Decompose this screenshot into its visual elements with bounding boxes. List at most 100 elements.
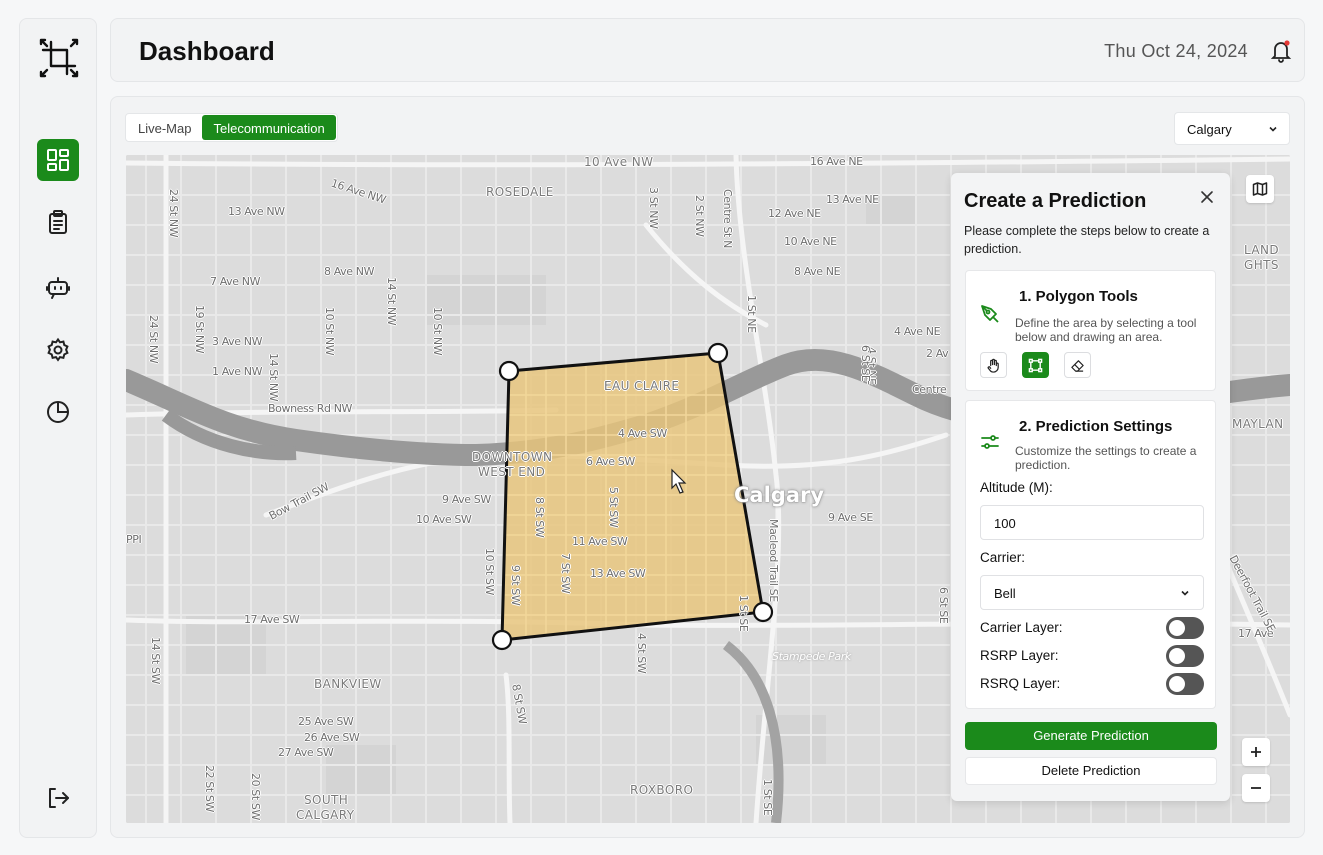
dashboard-icon xyxy=(47,149,69,171)
map-label: 14 St NW xyxy=(385,277,398,326)
map-label: EAU CLAIRE xyxy=(604,379,680,393)
map-label: 4 Ave SW xyxy=(618,427,667,440)
map-label: 16 Ave NE xyxy=(810,155,863,168)
map-label: ROSEDALE xyxy=(486,185,554,199)
tab-live-map[interactable]: Live-Map xyxy=(127,115,202,140)
map-label: 9 Ave SE xyxy=(828,511,873,524)
map-label: Centre xyxy=(912,383,947,396)
map-label: 7 Ave NW xyxy=(210,275,261,288)
prediction-title: Create a Prediction xyxy=(964,190,1147,212)
map-canvas[interactable]: 10 Ave NW 16 Ave NE 16 Ave NW ROSEDALE 1… xyxy=(126,155,1290,823)
prediction-panel: Create a Prediction Please complete the … xyxy=(951,173,1230,801)
map-label: 22 St SW xyxy=(203,765,216,812)
map-label: 14 St SW xyxy=(149,637,162,684)
map-label: 4 Ave NE xyxy=(894,325,941,338)
map-label: 2 St NW xyxy=(693,195,706,237)
map-label: 3 St NW xyxy=(647,187,660,229)
bot-icon xyxy=(46,277,70,299)
map-label: GHTS xyxy=(1244,258,1279,272)
step1-title: 1. Polygon Tools xyxy=(1019,288,1138,305)
map-label: 24 St NW xyxy=(167,189,180,238)
map-label: DOWNTOWN xyxy=(472,450,553,464)
bell-icon xyxy=(1270,40,1292,63)
eraser-tool-button[interactable] xyxy=(1064,352,1091,378)
map-label: 1 St SE xyxy=(761,779,774,816)
map-label: 13 Ave NW xyxy=(228,205,285,218)
main-panel: Live-Map Telecommunication Calgary 10 Av… xyxy=(110,96,1305,838)
map-label: SOUTH xyxy=(304,793,349,807)
map-label: 11 Ave SW xyxy=(572,535,628,548)
close-button[interactable] xyxy=(1198,188,1216,206)
close-icon xyxy=(1201,191,1213,203)
step2-description: Customize the settings to create a predi… xyxy=(1015,444,1197,472)
prediction-settings-section: 2. Prediction Settings Customize the set… xyxy=(965,400,1216,709)
map-label: 3 Ave NW xyxy=(212,335,263,348)
zoom-in-button[interactable] xyxy=(1242,738,1270,766)
map-label: 13 Ave NE xyxy=(826,193,879,206)
chevron-down-icon xyxy=(1181,590,1189,596)
carrier-label: Carrier: xyxy=(980,550,1026,565)
eraser-icon xyxy=(1071,359,1084,372)
zoom-out-button[interactable] xyxy=(1242,774,1270,802)
map-label: ROXBORO xyxy=(630,783,694,797)
carrier-layer-label: Carrier Layer: xyxy=(980,620,1063,635)
pen-tool-icon xyxy=(981,305,999,323)
nav-settings[interactable] xyxy=(37,329,79,371)
hand-icon xyxy=(987,358,999,373)
chevron-down-icon xyxy=(1269,126,1277,132)
generate-prediction-button[interactable]: Generate Prediction xyxy=(965,722,1217,750)
map-label: 10 St NW xyxy=(431,307,444,356)
carrier-select[interactable]: Bell xyxy=(980,575,1204,610)
nav-dashboard[interactable] xyxy=(37,139,79,181)
minus-icon xyxy=(1251,787,1261,789)
map-label: 2 Av xyxy=(926,347,949,360)
plus-icon xyxy=(1251,747,1261,757)
rsrp-layer-label: RSRP Layer: xyxy=(980,648,1059,663)
rsrq-layer-toggle[interactable] xyxy=(1166,673,1204,695)
delete-prediction-button[interactable]: Delete Prediction xyxy=(965,757,1217,785)
hand-tool-button[interactable] xyxy=(980,352,1007,378)
page-title: Dashboard xyxy=(139,36,275,66)
polygon-icon xyxy=(1028,358,1043,372)
map-tabs: Live-Map Telecommunication xyxy=(125,113,338,142)
nav-bot[interactable] xyxy=(37,266,79,308)
rsrp-layer-toggle[interactable] xyxy=(1166,645,1204,667)
notifications-button[interactable] xyxy=(1270,39,1292,63)
map-label: Bowness Rd NW xyxy=(268,402,352,415)
clipboard-icon xyxy=(49,210,67,234)
altitude-input[interactable]: 100 xyxy=(980,505,1204,540)
gear-icon xyxy=(47,337,69,362)
map-label: BANKVIEW xyxy=(314,677,382,691)
map-label: 8 Ave NE xyxy=(794,265,841,278)
crop-logo-icon xyxy=(36,35,82,81)
logout-button[interactable] xyxy=(37,777,79,819)
sidebar xyxy=(19,18,97,838)
step2-title: 2. Prediction Settings xyxy=(1019,418,1173,435)
altitude-label: Altitude (M): xyxy=(980,480,1053,495)
map-label: MAYLAN xyxy=(1232,417,1284,431)
city-select[interactable]: Calgary xyxy=(1174,112,1290,145)
map-label: 8 St SW xyxy=(533,497,546,538)
city-select-value: Calgary xyxy=(1187,122,1232,137)
map-label: 14 St NW xyxy=(267,353,280,402)
nav-reports[interactable] xyxy=(37,201,79,243)
polygon-tool-button[interactable] xyxy=(1022,352,1049,378)
map-label: Stampede Park xyxy=(772,650,851,663)
carrier-select-value: Bell xyxy=(994,586,1016,601)
map-label: 1 St NE xyxy=(745,295,758,333)
tab-telecommunication[interactable]: Telecommunication xyxy=(202,115,336,140)
nav-analytics[interactable] xyxy=(37,391,79,433)
map-label: 20 St SW xyxy=(249,773,262,820)
map-label: 8 Ave NW xyxy=(324,265,375,278)
logout-icon xyxy=(49,788,69,808)
carrier-layer-toggle[interactable] xyxy=(1166,617,1204,639)
map-label: 9 Ave SW xyxy=(442,493,491,506)
map-label: 19 St NW xyxy=(193,305,206,354)
map-label: 7 St SW xyxy=(559,553,572,594)
map-icon xyxy=(1252,182,1268,196)
sliders-icon xyxy=(981,435,999,449)
step1-description: Define the area by selecting a tool belo… xyxy=(1015,316,1197,344)
map-label: 6 St SE xyxy=(937,587,950,624)
map-style-button[interactable] xyxy=(1246,175,1274,203)
map-label: 27 Ave SW xyxy=(278,746,334,759)
